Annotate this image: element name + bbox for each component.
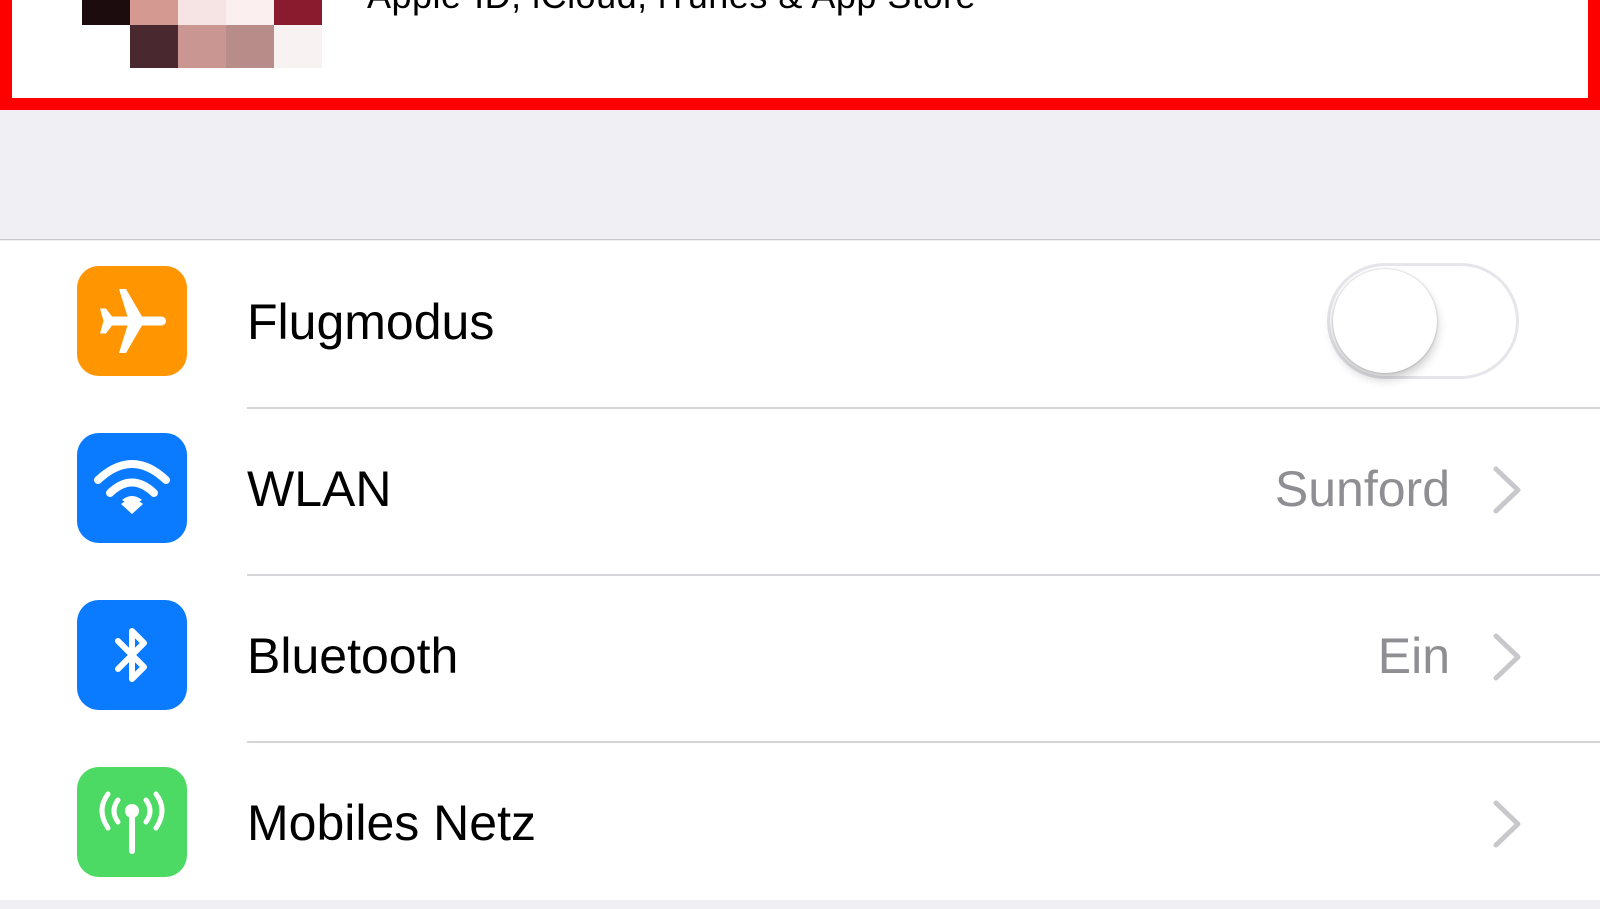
row-label: Bluetooth	[247, 628, 459, 684]
wlan-network-name: Sunford	[1274, 461, 1450, 517]
chevron-right-icon	[1488, 465, 1528, 515]
bluetooth-status: Ein	[1377, 628, 1450, 684]
chevron-right-icon	[1488, 632, 1528, 682]
row-bluetooth[interactable]: Bluetooth Ein	[0, 575, 1600, 742]
section-gap	[0, 110, 1600, 240]
row-airplane-mode[interactable]: Flugmodus	[0, 241, 1600, 408]
avatar	[70, 0, 322, 68]
settings-list: Flugmodus WLAN Sunford Bluetooth Ein Mob…	[0, 241, 1600, 900]
toggle-knob	[1333, 269, 1437, 373]
airplane-icon	[77, 266, 187, 376]
bluetooth-icon	[77, 600, 187, 710]
chevron-right-icon	[1488, 799, 1528, 849]
apple-id-cell[interactable]: Apple-ID, iCloud, iTunes & App Store	[0, 0, 1600, 110]
row-label: Mobiles Netz	[247, 795, 536, 851]
row-wlan[interactable]: WLAN Sunford	[0, 408, 1600, 575]
row-mobile-network[interactable]: Mobiles Netz	[0, 742, 1600, 909]
cellular-antenna-icon	[77, 767, 187, 877]
row-label: Flugmodus	[247, 294, 495, 350]
wifi-icon	[77, 433, 187, 543]
row-label: WLAN	[247, 461, 392, 517]
apple-id-subtitle: Apple-ID, iCloud, iTunes & App Store	[367, 0, 976, 18]
airplane-mode-toggle[interactable]	[1327, 263, 1519, 379]
